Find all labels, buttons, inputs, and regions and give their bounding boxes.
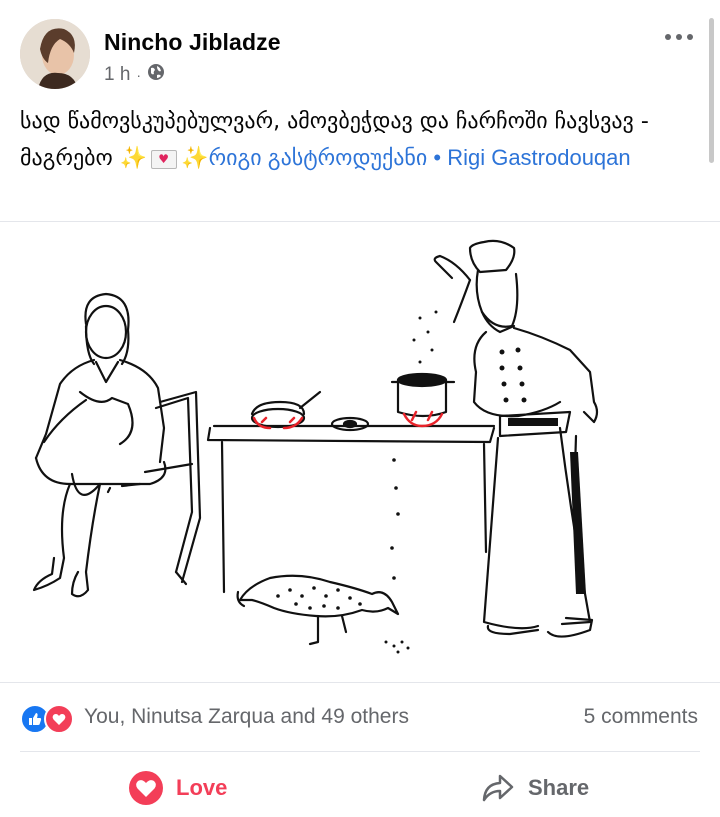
- post-time[interactable]: 1 h: [104, 64, 130, 86]
- love-icon: [129, 771, 163, 805]
- more-options-icon[interactable]: [660, 26, 698, 48]
- place-link[interactable]: რიგი გასტროდუქანი • Rigi Gastrodouqan: [209, 145, 631, 170]
- avatar[interactable]: [20, 19, 90, 89]
- post-meta: 1 h ·: [104, 63, 165, 87]
- sparkle-emoji-2: ✨: [181, 146, 209, 171]
- reaction-icons[interactable]: [20, 704, 76, 734]
- dot-1: [665, 34, 671, 40]
- love-reaction-icon: [44, 704, 74, 734]
- post-header: Nincho Jibladze 1 h ·: [0, 0, 720, 100]
- dot-3: [687, 34, 693, 40]
- share-button[interactable]: Share: [482, 768, 589, 808]
- reactions-summary[interactable]: You, Ninutsa Zarqua and 49 others: [84, 705, 409, 729]
- post-image[interactable]: [0, 222, 720, 677]
- love-button-label: Love: [176, 775, 228, 800]
- love-button[interactable]: Love: [128, 768, 227, 808]
- share-icon: [482, 774, 514, 802]
- dot-2: [676, 34, 682, 40]
- divider: [20, 751, 700, 752]
- post-text: სად წამოვსკუპებულვარ, ამოვბეჭდავ და ჩარჩ…: [20, 104, 700, 177]
- divider: [0, 682, 720, 683]
- share-button-label: Share: [528, 775, 590, 800]
- comments-count[interactable]: 5 comments: [584, 705, 698, 729]
- reactions-row: You, Ninutsa Zarqua and 49 others 5 comm…: [20, 700, 700, 736]
- sparkle-emoji-1: ✨: [119, 146, 148, 171]
- meta-separator: ·: [136, 67, 142, 83]
- globe-icon[interactable]: [147, 63, 165, 87]
- action-bar: Love Share: [0, 760, 720, 817]
- author-name[interactable]: Nincho Jibladze: [104, 29, 281, 56]
- love-letter-emoji: ♥: [151, 149, 178, 169]
